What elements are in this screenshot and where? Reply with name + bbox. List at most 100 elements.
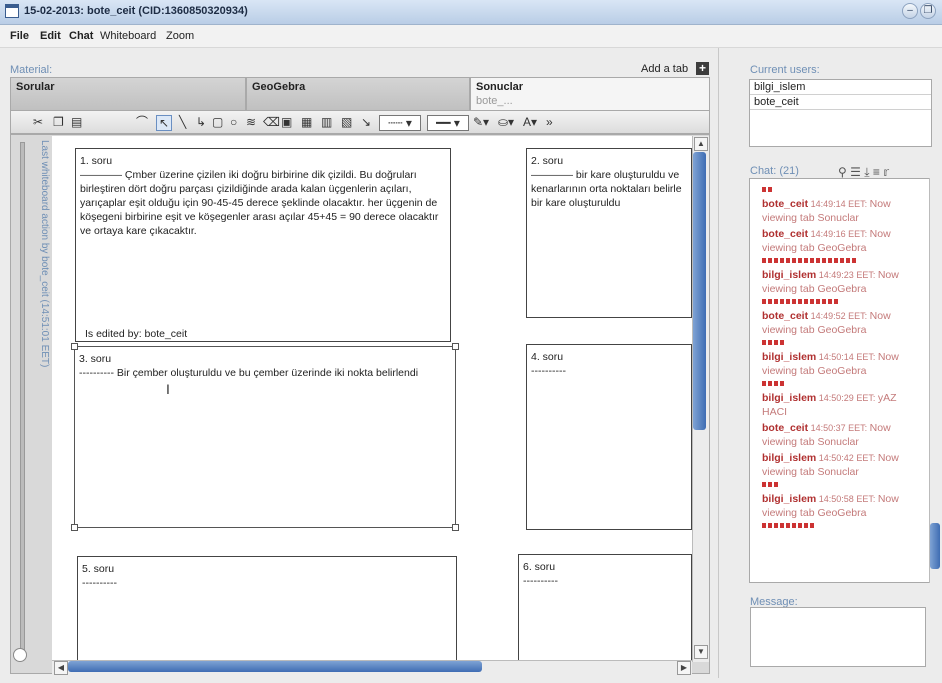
user-item[interactable]: bote_ceit [750,95,931,110]
menu-bar: File Edit Chat Whiteboard Zoom [0,25,942,48]
resize-handle[interactable] [452,343,459,350]
history-slider-track[interactable] [20,142,25,654]
last-action-text: Last whiteboard action by bote_ceit (14:… [39,140,50,368]
canvas-horizontal-scroll-thumb[interactable] [68,661,482,672]
chat-separator [762,523,816,528]
resize-handle[interactable] [71,524,78,531]
resize-handle[interactable] [71,343,78,350]
fill-color-icon[interactable]: ⛀▾ [498,115,514,129]
eraser-icon[interactable]: ⌫ [263,115,280,129]
answer-title: 4. soru [531,351,564,363]
history-slider-knob[interactable] [13,648,27,662]
answer-text: ---------- [523,575,558,587]
answer-box-4[interactable]: 4. soru ---------- [526,344,692,530]
chat-time: 14:49:52 EET: [808,311,870,321]
media-icon[interactable]: ▥ [321,115,332,129]
users-list: bilgi_islem bote_ceit [749,79,932,147]
title-bar: 15-02-2013: bote_ceit (CID:1360850320934… [0,0,942,25]
chat-message: bote_ceit 14:50:37 EET: Now viewing tab … [762,421,922,449]
font-size-icon[interactable]: 𝕣 [883,165,889,179]
freehand-icon[interactable]: ≋ [246,115,256,129]
scroll-right-icon[interactable]: ▶ [677,661,691,675]
chat-message: bote_ceit 14:49:52 EET: Now viewing tab … [762,309,922,337]
scroll-down-icon[interactable]: ▼ [694,645,708,659]
menu-whiteboard[interactable]: Whiteboard [100,30,156,42]
resize-handle[interactable] [452,524,459,531]
answer-title: 6. soru [523,561,556,573]
tab-label: GeoGebra [252,81,306,93]
answer-box-2[interactable]: 2. soru ———— bir kare oluşturuldu ve ken… [526,148,692,318]
rectangle-icon[interactable]: ▢ [212,115,223,129]
canvas-vertical-scroll-thumb[interactable] [693,152,706,430]
lasso-icon[interactable]: ⌒ [136,115,148,129]
tab-geogebra[interactable]: GeoGebra [246,77,470,113]
restore-button[interactable]: ❐ [920,3,936,19]
menu-edit[interactable]: Edit [40,30,61,42]
chat-time: 14:50:29 EET: [816,393,878,403]
chat-separator [762,187,774,192]
chat-author: bilgi_islem [762,493,817,505]
line-icon[interactable]: ╲ [179,115,186,129]
text-box-icon[interactable]: ▦ [301,115,312,129]
chat-message: bote_ceit 14:49:16 EET: Now viewing tab … [762,227,922,255]
scroll-up-icon[interactable]: ▲ [694,137,708,151]
scroll-left-icon[interactable]: ◀ [54,661,68,675]
answer-text: ---------- Bir çember oluşturuldu ve bu … [79,367,419,379]
menu-file[interactable]: File [10,30,29,42]
edited-by-label: Is edited by: bote_ceit [85,328,188,340]
add-tab-label[interactable]: Add a tab [641,63,688,75]
copy-icon[interactable]: ❐ [53,115,64,129]
window-icon [5,4,19,18]
line-width-dropdown[interactable]: ━━ ▾ [427,115,469,131]
tab-label: Sorular [16,81,55,93]
chat-author: bote_ceit [762,422,809,434]
chat-author: bote_ceit [762,310,809,322]
chat-time: 14:50:42 EET: [816,453,878,463]
material-label: Material: [10,64,53,76]
pen-color-icon[interactable]: ✎▾ [473,115,489,129]
user-item[interactable]: bilgi_islem [750,80,931,95]
table-icon[interactable]: ▧ [341,115,352,129]
chat-message: bilgi_islem 14:50:14 EET: Now viewing ta… [762,350,922,378]
line-style-dropdown[interactable]: ┄┄ ▾ [379,115,421,131]
chat-separator [762,340,786,345]
tab-strip: Sorular GeoGebra Sonuclar bote_... [10,77,710,113]
whiteboard-sheet[interactable]: 1. soru ———— Çmber üzerine çizilen iki d… [52,136,692,666]
chat-log: bote_ceit 14:49:14 EET: Now viewing tab … [749,178,932,583]
more-tools-icon[interactable]: » [546,115,553,129]
add-tab-plus-icon[interactable]: + [696,62,709,75]
answer-box-3[interactable]: 3. soru ---------- Bir çember oluşturuld… [74,346,456,528]
list-icon[interactable]: ≡ [873,165,880,179]
tab-sonuclar[interactable]: Sonuclar bote_... [470,77,710,113]
minimize-button[interactable]: – [902,3,918,19]
answer-box-5[interactable]: 5. soru ---------- [77,556,457,666]
download-icon[interactable]: ⤓ [864,165,869,179]
chat-author: bote_ceit [762,228,809,240]
connector-icon[interactable]: ↳ [196,115,206,129]
panel-divider[interactable] [718,48,719,678]
text-color-icon[interactable]: A▾ [523,115,537,129]
chat-author: bilgi_islem [762,452,817,464]
paste-icon[interactable]: ▤ [71,115,82,129]
arrow-tool-icon[interactable]: ↘ [361,115,371,129]
answer-box-6[interactable]: 6. soru ---------- [518,554,692,666]
chat-scroll-thumb[interactable] [930,523,940,569]
chat-separator [762,381,786,386]
cut-icon[interactable]: ✂ [33,115,43,129]
text-cursor-icon: I [166,381,170,397]
answer-box-1[interactable]: 1. soru ———— Çmber üzerine çizilen iki d… [75,148,451,342]
image-icon[interactable]: ▣ [281,115,292,129]
tab-sorular[interactable]: Sorular [10,77,246,113]
select-arrow-icon[interactable]: ↖ [156,115,172,131]
message-input[interactable] [750,607,926,667]
filter-icon[interactable]: ☰ [850,165,861,179]
answer-text: ---------- [531,365,566,377]
menu-zoom[interactable]: Zoom [166,30,194,42]
ellipse-icon[interactable]: ○ [230,115,237,129]
current-users-label: Current users: [750,64,820,76]
chat-message: bilgi_islem 14:49:23 EET: Now viewing ta… [762,268,922,296]
search-icon[interactable]: ⚲ [838,165,847,179]
menu-chat[interactable]: Chat [69,30,93,42]
chat-separator [762,258,858,263]
tab-label: Sonuclar [476,81,524,93]
